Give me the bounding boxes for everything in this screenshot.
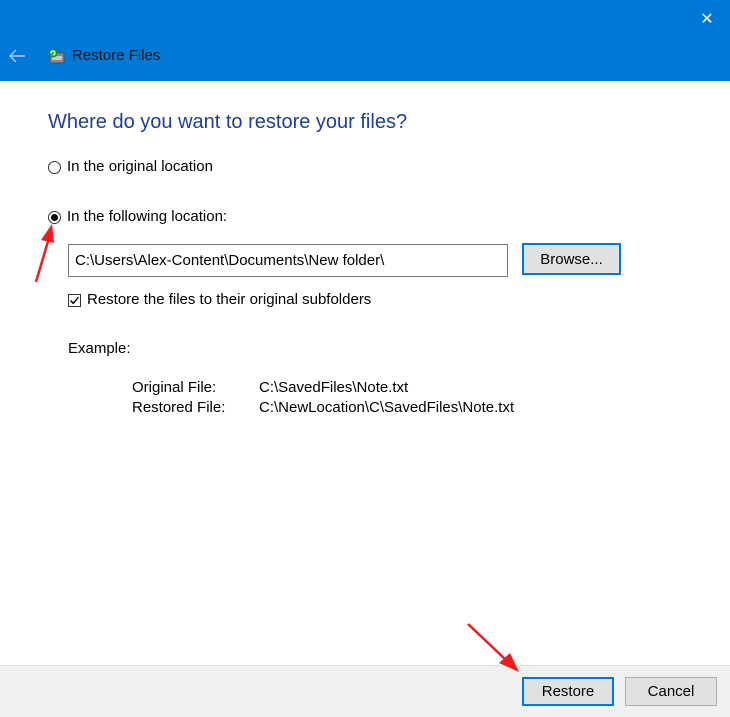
- original-location-radio[interactable]: [48, 160, 61, 174]
- restored-file-value: C:\NewLocation\C\SavedFiles\Note.txt: [259, 399, 515, 416]
- restored-file-key: Restored File:: [132, 399, 226, 416]
- checkmark-icon: [70, 296, 80, 304]
- browse-button-label: Browse...: [540, 250, 603, 268]
- cancel-button[interactable]: Cancel: [625, 677, 717, 706]
- following-location-option[interactable]: In the following location:: [48, 208, 227, 226]
- close-icon: ✕: [700, 8, 714, 28]
- annotation-arrow-radio: [34, 224, 54, 283]
- location-path-input[interactable]: [68, 244, 508, 277]
- title-bar: ✕ Restore Files: [0, 0, 730, 81]
- subfolders-checkbox[interactable]: [68, 293, 81, 307]
- following-location-label: In the following location:: [67, 208, 228, 225]
- back-button[interactable]: [0, 38, 34, 74]
- browse-button[interactable]: Browse...: [522, 243, 621, 275]
- restore-button-label: Restore: [541, 683, 595, 700]
- restore-files-app-icon: [48, 48, 65, 64]
- original-file-key: Original File:: [132, 379, 217, 396]
- footer-bar: [0, 665, 730, 717]
- page-heading: Where do you want to restore your files?: [48, 111, 408, 133]
- close-button[interactable]: ✕: [684, 0, 730, 36]
- original-file-value: C:\SavedFiles\Note.txt: [259, 379, 409, 396]
- subfolders-option[interactable]: Restore the files to their original subf…: [68, 291, 371, 309]
- following-location-radio[interactable]: [48, 210, 61, 224]
- original-location-option[interactable]: In the original location: [48, 158, 213, 176]
- example-label: Example:: [68, 340, 131, 357]
- window-title: Restore Files: [72, 47, 161, 64]
- subfolders-label: Restore the files to their original subf…: [87, 291, 372, 308]
- back-arrow-icon: [8, 49, 25, 63]
- original-location-label: In the original location: [67, 158, 213, 175]
- cancel-button-label: Cancel: [647, 683, 695, 700]
- restore-button[interactable]: Restore: [522, 677, 614, 706]
